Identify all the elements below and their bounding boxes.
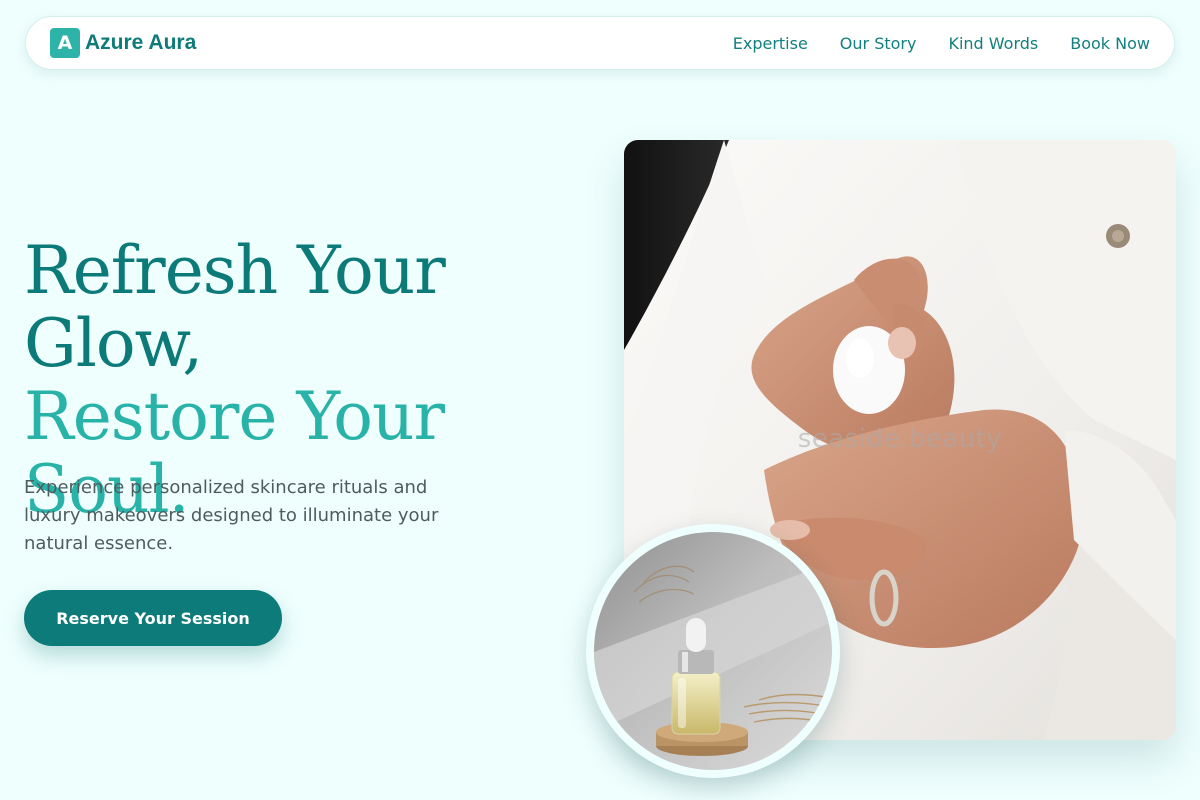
- logo-mark-icon: A: [50, 28, 80, 58]
- serum-bottle-illustration: [594, 532, 832, 770]
- nav-link-kind-words[interactable]: Kind Words: [948, 34, 1038, 53]
- top-navbar: A Azure Aura Expertise Our Story Kind Wo…: [25, 16, 1175, 70]
- brand-logo[interactable]: A Azure Aura: [50, 28, 196, 58]
- product-inset-frame: [586, 524, 840, 778]
- serum-bottle-image: [594, 532, 832, 770]
- nav-link-book-now[interactable]: Book Now: [1070, 34, 1150, 53]
- nav-link-our-story[interactable]: Our Story: [840, 34, 917, 53]
- hero-subtitle: Experience personalized skincare rituals…: [24, 477, 439, 554]
- brand-name: Azure Aura: [85, 31, 197, 54]
- hero-headline-line1: Refresh Your Glow,: [24, 232, 446, 382]
- nav-link-expertise[interactable]: Expertise: [733, 34, 808, 53]
- image-watermark: seaside.beauty: [797, 424, 1003, 454]
- nav-links: Expertise Our Story Kind Words Book Now: [733, 34, 1150, 53]
- reserve-session-button[interactable]: Reserve Your Session: [24, 590, 282, 646]
